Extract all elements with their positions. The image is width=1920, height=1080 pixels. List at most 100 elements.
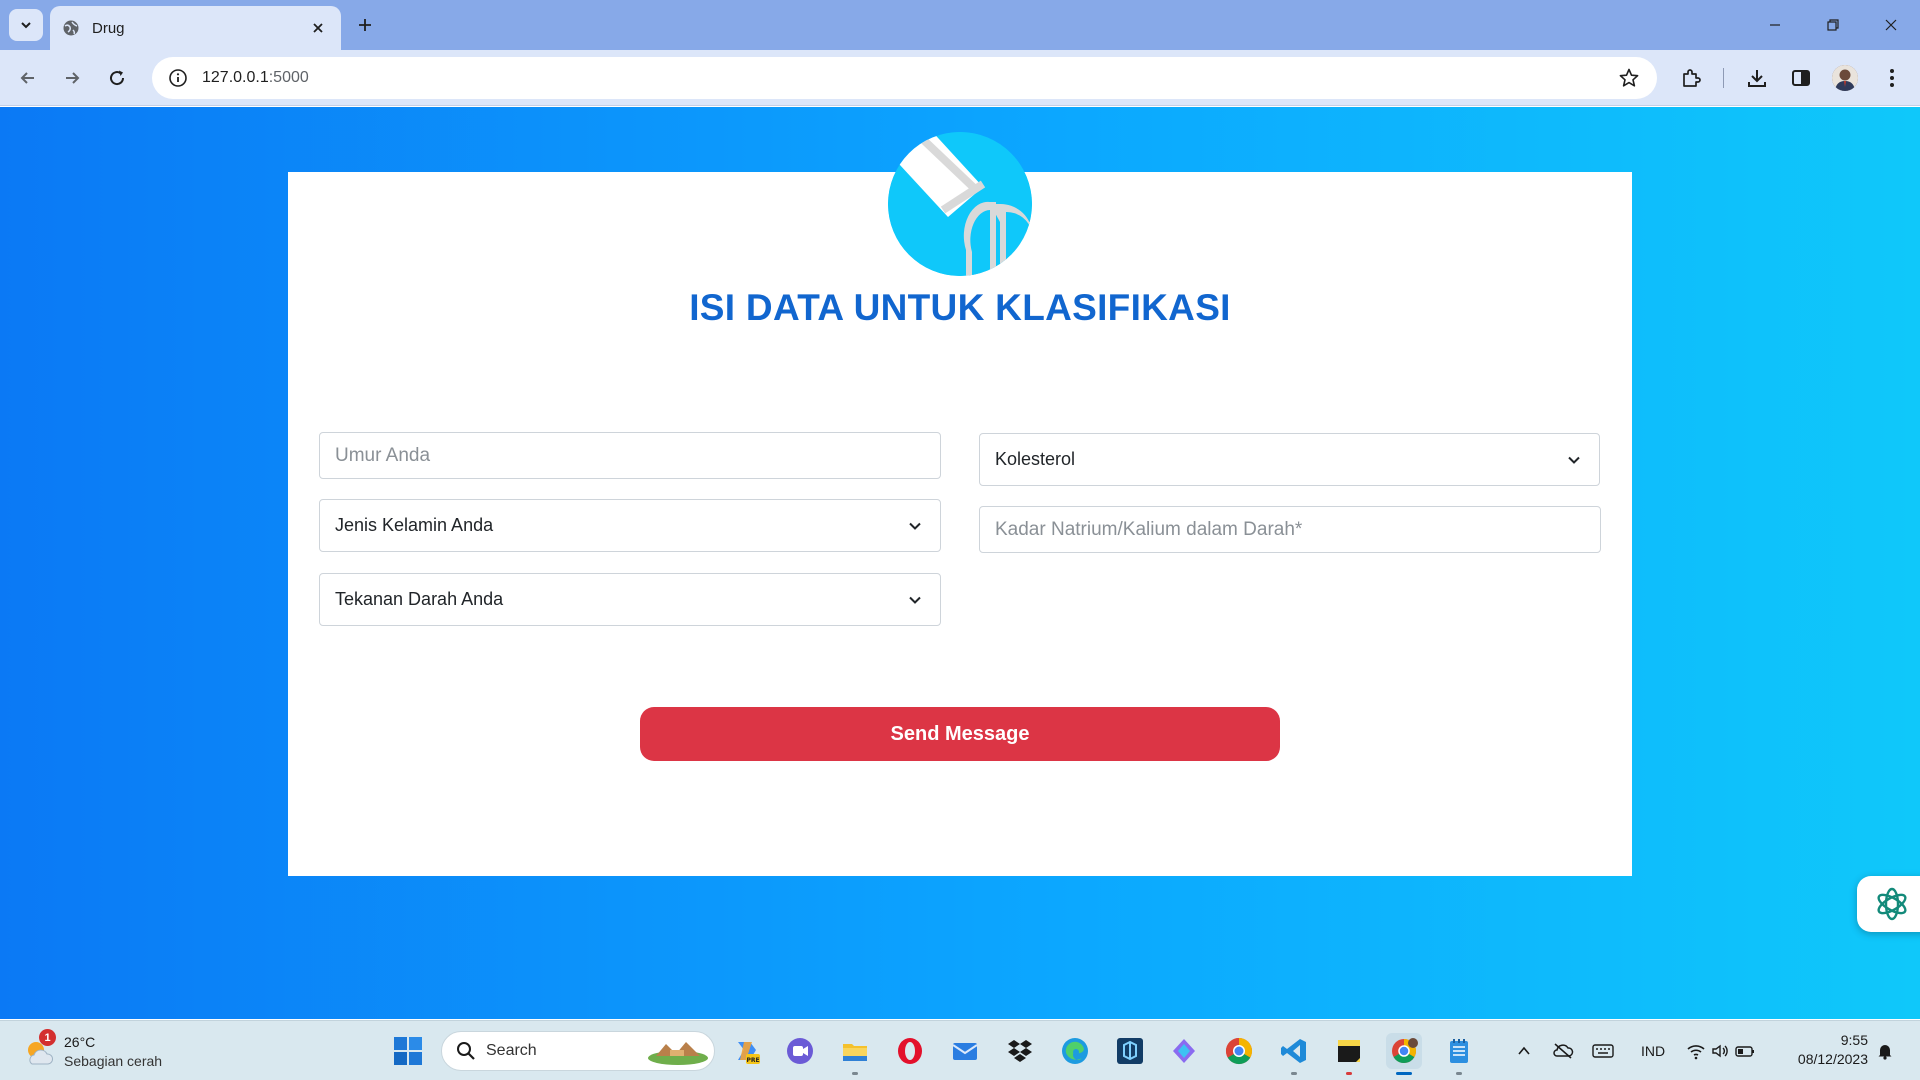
copilot-app[interactable]: PRE [729, 1033, 765, 1069]
sticky-notes-app[interactable] [1331, 1033, 1367, 1075]
copilot-logo-icon [1173, 1039, 1195, 1063]
browser-tab[interactable]: Drug [50, 6, 341, 50]
file-explorer-app[interactable] [837, 1033, 873, 1075]
vscode-icon [1281, 1039, 1306, 1063]
browser-toolbar: 127.0.0.1:5000 [0, 50, 1920, 106]
address-bar[interactable]: 127.0.0.1:5000 [152, 57, 1657, 99]
close-window-button[interactable] [1862, 0, 1920, 50]
chrome-profile-icon [1392, 1038, 1418, 1064]
show-hidden-icons-button[interactable] [1512, 1037, 1536, 1065]
keyboard-icon [1592, 1044, 1614, 1058]
opera-app[interactable] [892, 1033, 928, 1069]
age-input[interactable] [335, 444, 925, 467]
language-text: IND [1640, 1043, 1666, 1059]
reload-button[interactable] [101, 62, 133, 94]
vscode-app[interactable] [1276, 1033, 1312, 1075]
notepad-icon [1450, 1039, 1468, 1063]
chevron-down-icon [1564, 450, 1584, 470]
video-chat-icon [787, 1038, 813, 1064]
folder-icon [843, 1044, 867, 1061]
onedrive-status[interactable] [1549, 1037, 1577, 1065]
gender-select[interactable]: Jenis Kelamin Anda [319, 499, 941, 552]
dark-app[interactable] [1112, 1033, 1148, 1069]
mail-icon [952, 1043, 978, 1060]
copilot-icon: PRE [738, 1042, 760, 1064]
more-menu-icon[interactable] [1876, 62, 1908, 94]
running-indicator [1456, 1072, 1462, 1075]
chevron-down-icon [21, 22, 31, 29]
keyboard-status[interactable] [1589, 1037, 1617, 1065]
cholesterol-select-value: Kolesterol [995, 449, 1076, 469]
new-tab-button[interactable] [352, 12, 378, 38]
sodium-potassium-field[interactable] [979, 506, 1601, 553]
forward-button[interactable] [56, 62, 88, 94]
back-button[interactable] [12, 62, 44, 94]
sodium-potassium-input[interactable] [995, 518, 1585, 541]
volume-icon [1712, 1044, 1728, 1058]
age-field[interactable] [319, 432, 941, 479]
restore-button[interactable] [1804, 0, 1862, 50]
url-port: :5000 [268, 69, 309, 86]
taskbar-search[interactable]: Search [441, 1031, 715, 1071]
running-indicator [1346, 1072, 1352, 1075]
close-icon [1885, 19, 1897, 31]
plus-icon [359, 19, 371, 31]
chrome-profile-app[interactable] [1386, 1033, 1422, 1075]
language-indicator[interactable]: IND [1634, 1037, 1672, 1065]
url-host: 127.0.0.1 [202, 69, 269, 86]
start-button[interactable] [392, 1035, 424, 1067]
mail-app[interactable] [947, 1033, 983, 1069]
arrow-left-icon [20, 72, 34, 84]
notification-badge: 1 [39, 1029, 56, 1046]
running-indicator [852, 1072, 858, 1075]
teams-chat-app[interactable] [782, 1033, 818, 1069]
toolbar-separator [1723, 68, 1724, 88]
notepad-app[interactable] [1441, 1033, 1477, 1075]
download-icon[interactable] [1741, 62, 1773, 94]
cloud-offline-icon [1553, 1043, 1574, 1059]
page-background: ISI DATA UNTUK KLASIFIKASI Jenis Kelamin… [0, 107, 1920, 1019]
blood-pressure-select[interactable]: Tekanan Darah Anda [319, 573, 941, 626]
dropbox-app[interactable] [1002, 1033, 1038, 1069]
chrome-icon [1225, 1037, 1253, 1065]
globe-icon [62, 19, 80, 37]
logo-icon [888, 132, 1032, 276]
chrome-app[interactable] [1221, 1033, 1257, 1069]
extensions-icon[interactable] [1675, 62, 1707, 94]
weather-temperature: 26°C [64, 1034, 96, 1050]
restore-icon [1827, 19, 1839, 31]
chevron-down-icon [905, 590, 925, 610]
arrow-right-icon [66, 72, 80, 84]
clock-time: 9:55 [1840, 1032, 1868, 1048]
window-controls [1746, 0, 1920, 50]
profile-avatar[interactable] [1832, 65, 1858, 91]
copilot-app-2[interactable] [1166, 1033, 1202, 1069]
dropbox-icon [1008, 1040, 1032, 1062]
network-volume-battery[interactable] [1686, 1037, 1756, 1065]
taskbar: 1 26°C Sebagian cerah Search PRE IND 9:5… [0, 1020, 1920, 1080]
app-logo [888, 132, 1032, 276]
send-message-button[interactable]: Send Message [640, 707, 1280, 761]
site-info-icon[interactable] [158, 57, 198, 99]
edge-icon [1062, 1038, 1088, 1064]
side-panel-icon[interactable] [1785, 62, 1817, 94]
chevron-down-icon [905, 516, 925, 536]
notifications-button[interactable] [1872, 1037, 1898, 1065]
blood-pressure-select-value: Tekanan Darah Anda [335, 589, 504, 609]
bookmark-star-icon[interactable] [1617, 66, 1641, 90]
assistant-bubble[interactable] [1857, 876, 1920, 932]
cholesterol-select[interactable]: Kolesterol [979, 433, 1600, 486]
clock-date: 08/12/2023 [1797, 1051, 1868, 1067]
tab-search-button[interactable] [9, 9, 43, 41]
close-tab-icon[interactable] [307, 17, 329, 39]
edge-app[interactable] [1057, 1033, 1093, 1069]
system-clock[interactable]: 9:55 08/12/2023 [1798, 1031, 1868, 1069]
weather-description: Sebagian cerah [64, 1053, 163, 1069]
minimize-button[interactable] [1746, 0, 1804, 50]
opera-icon [898, 1038, 922, 1064]
minimize-icon [1770, 24, 1780, 26]
openai-icon [1877, 887, 1907, 921]
tab-title: Drug [92, 19, 125, 37]
url-text: 127.0.0.1:5000 [202, 69, 309, 87]
weather-widget[interactable]: 1 26°C Sebagian cerah [22, 1029, 202, 1073]
